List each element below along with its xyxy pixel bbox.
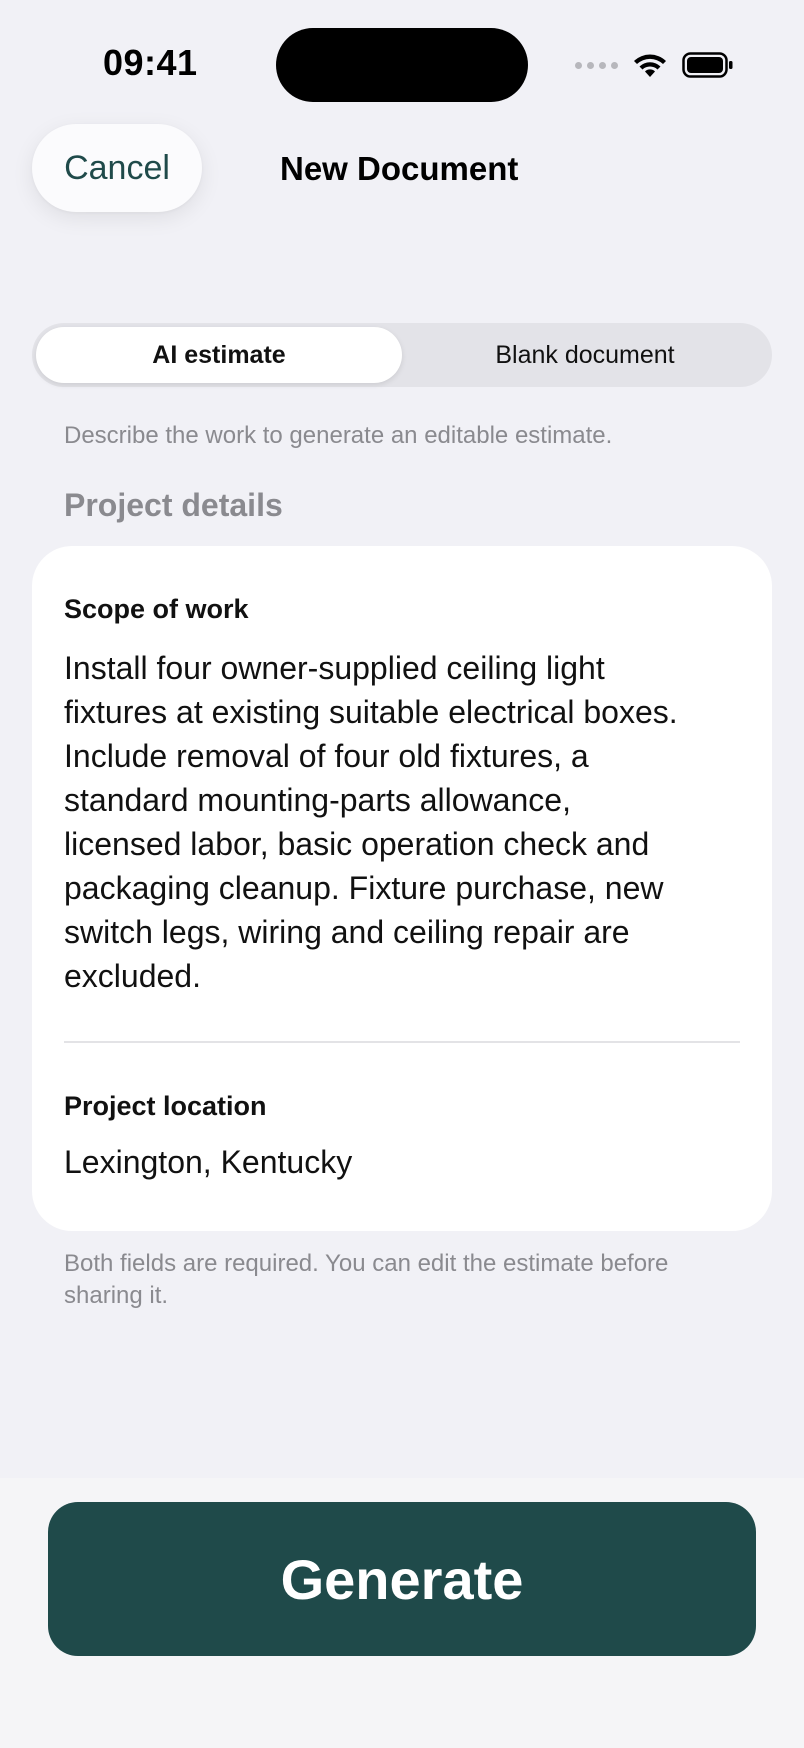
wifi-icon (634, 54, 666, 77)
dynamic-island (276, 28, 528, 102)
bottom-action-bar: Generate (0, 1478, 804, 1748)
status-bar: 09:41 (0, 0, 804, 130)
segment-ai-estimate[interactable]: AI estimate (36, 327, 402, 383)
document-type-segmented-control: AI estimate Blank document (32, 323, 772, 387)
divider (64, 1041, 740, 1043)
battery-icon (682, 52, 733, 78)
status-time: 09:41 (103, 42, 198, 83)
segment-blank-document[interactable]: Blank document (402, 327, 768, 383)
section-title: Project details (64, 487, 283, 523)
footnote-text: Both fields are required. You can edit t… (64, 1250, 669, 1309)
project-location-label: Project location (64, 1091, 267, 1121)
scope-of-work-label: Scope of work (64, 594, 249, 624)
hint-text: Describe the work to generate an editabl… (64, 422, 613, 449)
project-details-card: Scope of work Install four owner-supplie… (32, 546, 772, 1231)
cellular-signal-icon (575, 61, 618, 69)
navigation-bar: Cancel New Document (0, 118, 804, 218)
generate-button[interactable]: Generate (48, 1502, 756, 1656)
page-title: New Document (280, 150, 519, 187)
status-icons (575, 48, 734, 82)
scope-of-work-field[interactable]: Install four owner-supplied ceiling ligh… (64, 646, 754, 998)
project-location-field[interactable]: Lexington, Kentucky (64, 1144, 352, 1181)
cancel-button[interactable]: Cancel (32, 124, 202, 212)
